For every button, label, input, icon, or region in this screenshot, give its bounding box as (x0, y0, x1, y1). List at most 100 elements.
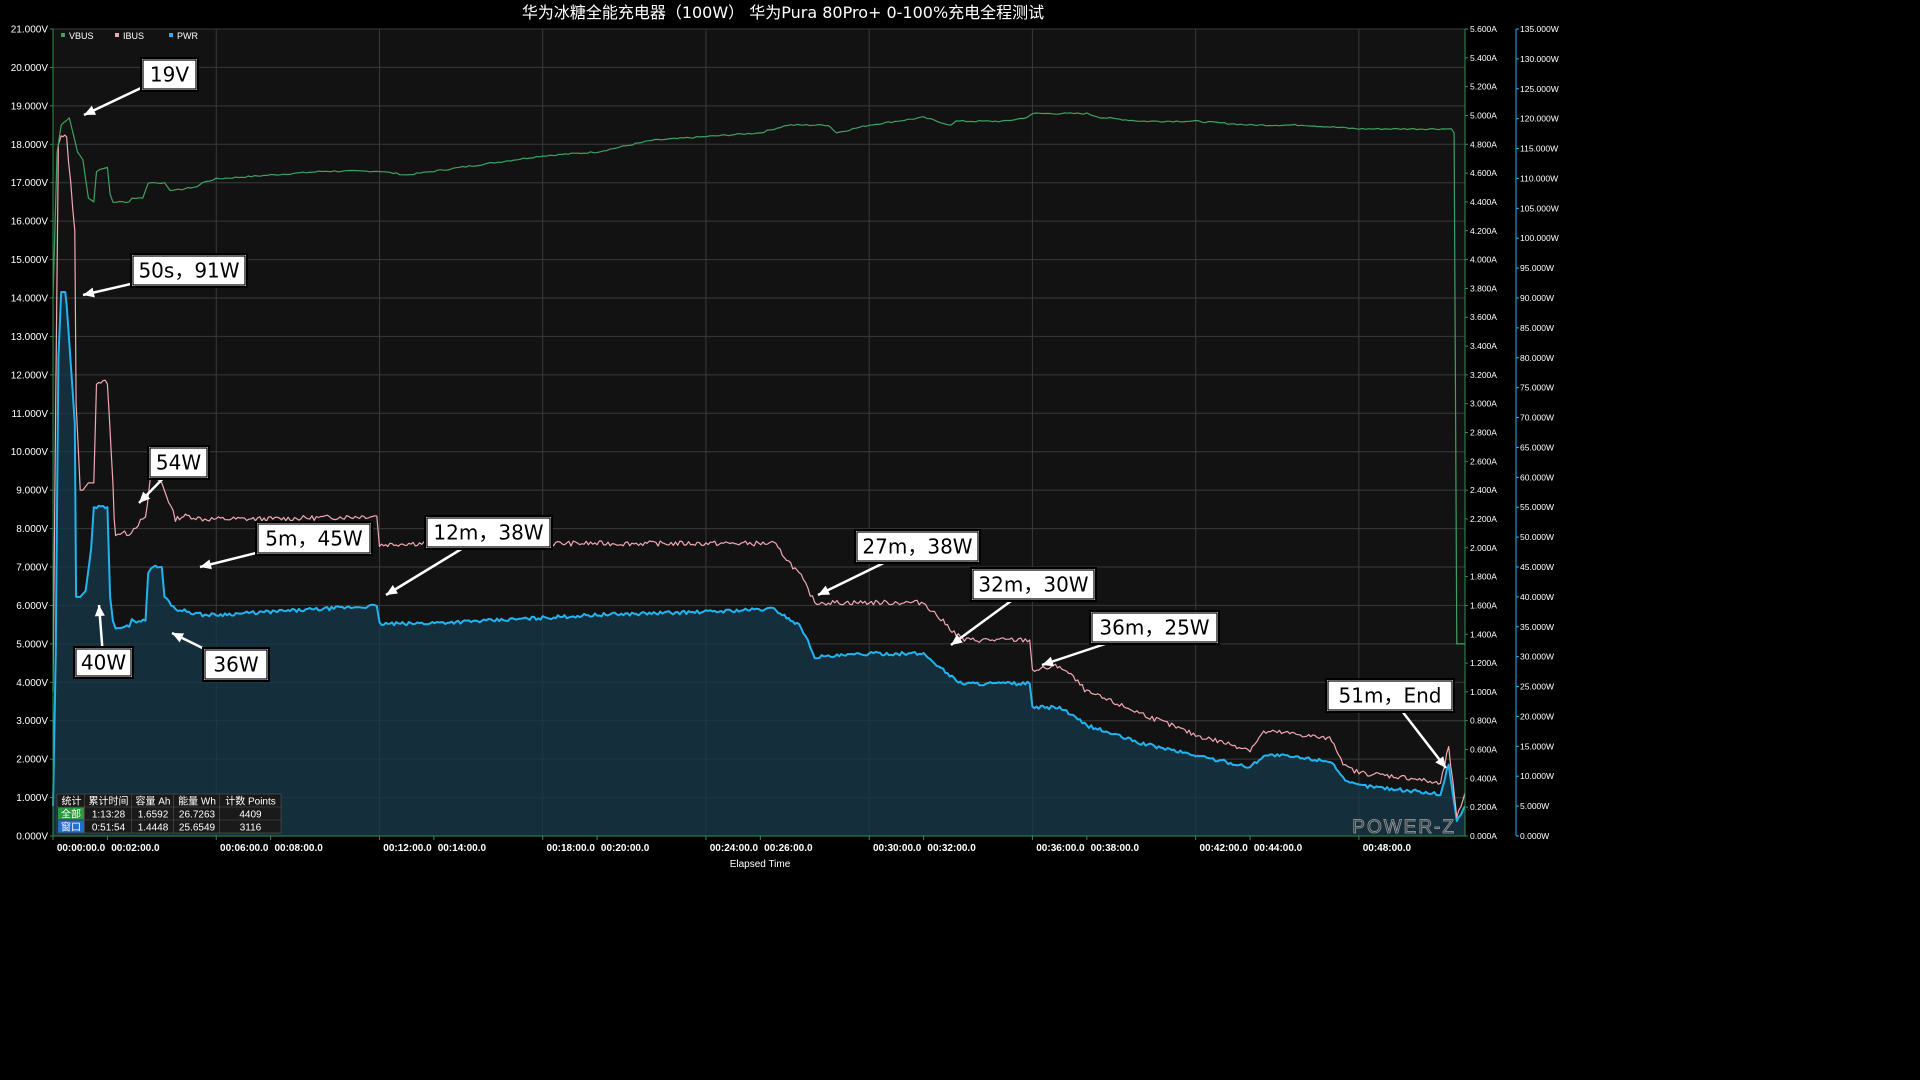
time-tick-label: 00:00:00.0 (57, 843, 106, 854)
ibus-tick-label: 2.400A (1470, 485, 1497, 495)
ibus-tick-label: 3.800A (1470, 283, 1497, 293)
time-tick-label: 00:30:00.0 (873, 843, 922, 854)
stats-row-label: 全部 (61, 808, 81, 821)
pwr-tick-label: 125.000W (1520, 84, 1559, 94)
pwr-tick-label: 50.000W (1520, 532, 1554, 542)
stats-header: 计数 Points (225, 795, 276, 808)
ibus-tick-label: 3.600A (1470, 312, 1497, 322)
pwr-tick-label: 135.000W (1520, 24, 1559, 34)
time-tick-label: 00:48:00.0 (1363, 843, 1412, 854)
pwr-tick-label: 130.000W (1520, 54, 1559, 64)
annotation-label: 36m，25W (1099, 616, 1209, 640)
pwr-tick-label: 70.000W (1520, 413, 1554, 423)
annotation-label: 50s，91W (138, 259, 239, 283)
vbus-tick-label: 16.000V (11, 217, 49, 228)
pwr-tick-label: 110.000W (1520, 173, 1558, 183)
vbus-tick-label: 5.000V (16, 639, 48, 650)
time-tick-label: 00:24:00.0 (710, 843, 759, 854)
pwr-tick-label: 0.000W (1520, 831, 1549, 841)
ibus-tick-label: 2.000A (1470, 543, 1497, 553)
vbus-tick-label: 7.000V (16, 563, 48, 574)
vbus-tick-label: 21.000V (11, 25, 49, 36)
legend-label: PWR (177, 31, 198, 41)
vbus-tick-label: 11.000V (11, 409, 48, 420)
ibus-tick-label: 4.400A (1470, 197, 1497, 207)
stats-row-label: 窗口 (61, 821, 81, 834)
pwr-tick-label: 45.000W (1520, 562, 1554, 572)
pwr-tick-label: 15.000W (1520, 741, 1554, 751)
time-tick-label: 00:12:00.0 (383, 843, 432, 854)
ibus-tick-label: 0.800A (1470, 716, 1497, 726)
vbus-tick-label: 13.000V (11, 332, 49, 343)
time-tick-label: 00:36:00.0 (1036, 843, 1085, 854)
pwr-tick-label: 40.000W (1520, 592, 1554, 602)
ibus-tick-label: 0.000A (1470, 831, 1497, 841)
vbus-tick-label: 14.000V (11, 294, 49, 305)
time-tick-label: 00:14:00.0 (438, 843, 487, 854)
legend-swatch (115, 33, 119, 37)
time-tick-label: 00:08:00.0 (274, 843, 323, 854)
annotation-label: 36W (213, 653, 258, 677)
pwr-tick-label: 120.000W (1520, 114, 1559, 124)
vbus-tick-label: 4.000V (16, 678, 48, 689)
ibus-tick-label: 1.600A (1470, 600, 1497, 610)
pwr-tick-label: 90.000W (1520, 293, 1554, 303)
stats-cell: 26.7263 (179, 810, 216, 821)
legend-label: VBUS (69, 31, 94, 41)
vbus-tick-label: 9.000V (16, 486, 48, 497)
ibus-tick-label: 1.000A (1470, 687, 1497, 697)
pwr-tick-label: 10.000W (1520, 771, 1554, 781)
pwr-tick-label: 105.000W (1520, 203, 1559, 213)
vbus-tick-label: 17.000V (11, 178, 49, 189)
time-tick-label: 00:32:00.0 (927, 843, 976, 854)
ibus-tick-label: 4.000A (1470, 255, 1497, 265)
vbus-tick-label: 18.000V (11, 140, 49, 151)
time-tick-label: 00:18:00.0 (547, 843, 596, 854)
stats-cell: 4409 (239, 810, 262, 821)
stats-cell: 0:51:54 (92, 823, 126, 834)
pwr-tick-label: 100.000W (1520, 233, 1559, 243)
ibus-tick-label: 0.600A (1470, 745, 1497, 755)
time-tick-label: 00:26:00.0 (764, 843, 813, 854)
ibus-tick-label: 5.400A (1470, 53, 1497, 63)
annotation-label: 32m，30W (978, 573, 1088, 597)
pwr-tick-label: 80.000W (1520, 353, 1554, 363)
pwr-tick-label: 95.000W (1520, 263, 1554, 273)
annotation-label: 27m，38W (862, 535, 972, 559)
ibus-tick-label: 3.000A (1470, 399, 1497, 409)
pwr-tick-label: 75.000W (1520, 383, 1554, 393)
pwr-tick-label: 30.000W (1520, 652, 1554, 662)
ibus-tick-label: 3.400A (1470, 341, 1497, 351)
ibus-tick-label: 2.200A (1470, 514, 1497, 524)
ibus-axis: 0.000A 0.200A 0.400A 0.600A 0.800A 1.000A 1.20… (1465, 24, 1497, 841)
vbus-tick-label: 19.000V (11, 101, 49, 112)
vbus-tick-label: 1.000V (16, 793, 48, 804)
ibus-tick-label: 2.600A (1470, 456, 1497, 466)
pwr-tick-label: 25.000W (1520, 682, 1554, 692)
vbus-tick-label: 0.000V (16, 832, 48, 843)
time-tick-label: 00:38:00.0 (1091, 843, 1140, 854)
stats-header: 容量 Ah (135, 795, 170, 808)
ibus-tick-label: 2.800A (1470, 428, 1497, 438)
stats-header: 能量 Wh (178, 795, 216, 808)
ibus-tick-label: 5.200A (1470, 82, 1497, 92)
time-tick-label: 00:20:00.0 (601, 843, 650, 854)
stats-cell: 1:13:28 (92, 810, 126, 821)
ibus-tick-label: 4.600A (1470, 168, 1497, 178)
ibus-tick-label: 5.000A (1470, 110, 1497, 120)
legend: VBUS IBUS PWR (61, 31, 198, 41)
annotation-label: 51m，End (1339, 684, 1442, 708)
vbus-tick-label: 2.000V (16, 755, 48, 766)
pwr-tick-label: 115.000W (1520, 144, 1558, 154)
annotation-label: 5m，45W (265, 527, 363, 551)
annotation-label: 40W (81, 651, 126, 675)
ibus-tick-label: 1.400A (1470, 629, 1497, 639)
stats-header: 统计 (62, 795, 82, 808)
pwr-tick-label: 55.000W (1520, 502, 1554, 512)
stats-cell: 3116 (240, 823, 262, 834)
pwr-tick-label: 65.000W (1520, 442, 1554, 452)
ibus-tick-label: 0.200A (1470, 802, 1497, 812)
brand-logo: POWER-Z (1352, 817, 1456, 838)
annotation-label: 54W (156, 451, 201, 475)
charging-chart: 0.000V 1.000V 2.000V 3.000V 4.000V 5.000V 6.00… (0, 0, 1568, 882)
